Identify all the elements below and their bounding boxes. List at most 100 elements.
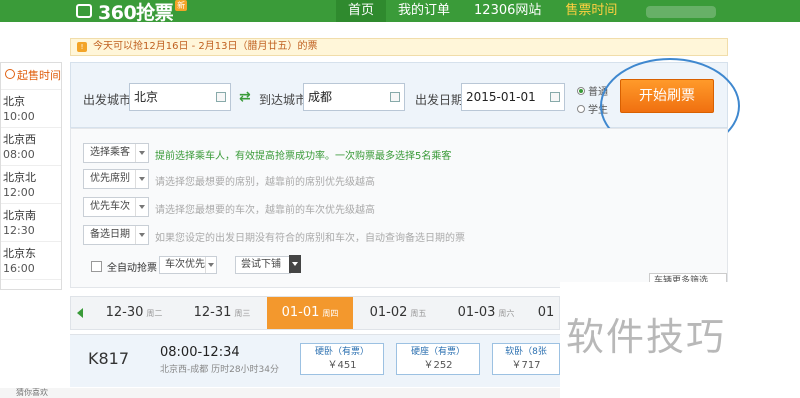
nav-home[interactable]: 首页 — [336, 0, 387, 22]
backup-date-hint: 如果您设定的出发日期没有符合的席别和车次，自动查询备选日期的票 — [155, 233, 465, 244]
notice-text: 今天可以抢12月16日 - 2月13日（腊月廿五）的票 — [93, 41, 318, 52]
seat-hint: 请选择您最想要的席别，越靠前的席别优先级越高 — [155, 177, 375, 188]
sale-time: 12:00 — [3, 186, 35, 199]
arrow-left-icon[interactable] — [77, 308, 83, 318]
main-nav: 首页 我的订单 12306网站 售票时间 — [336, 0, 629, 22]
sidebar-item[interactable]: 北京 10:00 — [1, 90, 61, 128]
blurred-user-area — [646, 6, 716, 18]
from-city-input[interactable]: 北京 — [129, 83, 231, 111]
city-picker-icon[interactable] — [390, 92, 400, 102]
to-city-label: 到达城市 — [259, 93, 308, 107]
station-name: 北京 — [3, 95, 25, 108]
date-tab-date: 01-02 — [369, 305, 408, 320]
date-input[interactable]: 2015-01-01 — [461, 83, 565, 111]
clock-icon — [5, 69, 15, 79]
train-route: 北京西-成都 历时28小时34分 — [160, 365, 280, 375]
date-tabs: 12-30 周二 12-31 周三 01-01 周四 01-02 周五 01-03 周六 … — [70, 296, 560, 330]
notice-icon: ! — [77, 42, 87, 52]
date-tab-date: 12-31 — [193, 305, 232, 320]
nav-12306[interactable]: 12306网站 — [462, 0, 553, 22]
date-tab[interactable]: 12-31 周三 — [179, 297, 265, 329]
seat-option[interactable]: 硬座（有票） ￥252 — [396, 343, 480, 375]
date-tab-weekday: 周五 — [410, 309, 427, 318]
select-seat-label: 优先席别 — [90, 173, 130, 184]
chevron-down-icon — [135, 170, 148, 188]
date-tab-date: 01-03 — [457, 305, 496, 320]
train-hint: 请选择您最想要的车次，越靠前的车次优先级越高 — [155, 205, 375, 216]
sale-time: 16:00 — [3, 262, 35, 275]
sale-time: 12:30 — [3, 224, 35, 237]
select-passenger-label: 选择乘客 — [90, 147, 130, 158]
from-city-value: 北京 — [134, 90, 159, 104]
chevron-down-icon[interactable] — [289, 255, 301, 273]
city-picker-icon[interactable] — [216, 92, 226, 102]
date-tab[interactable]: 01 — [531, 297, 561, 329]
options-panel: 选择乘客 提前选择乘车人，有效提高抢票成功率。一次购票最多选择5名乘客 优先席别… — [70, 128, 728, 288]
station-name: 北京西 — [3, 133, 36, 146]
chevron-down-icon — [135, 198, 148, 216]
seat-name: 硬座（有票） — [410, 347, 465, 357]
seat-option[interactable]: 软卧（8张 ￥717 — [492, 343, 560, 375]
seat-name: 软卧（8张 — [505, 347, 547, 357]
calendar-icon[interactable] — [550, 92, 560, 102]
to-city-input[interactable]: 成都 — [303, 83, 405, 111]
station-name: 北京北 — [3, 171, 36, 184]
seat-price: ￥451 — [327, 360, 357, 371]
sidebar-item[interactable]: 北京东 16:00 — [1, 242, 61, 280]
select-backup-date[interactable]: 备选日期 — [83, 225, 149, 245]
chevron-down-icon — [135, 226, 148, 244]
from-city-label: 出发城市 — [83, 93, 132, 107]
sale-time-sidebar: 起售时间 北京 10:00 北京西 08:00 北京北 12:00 北京南 12:30 … — [0, 62, 62, 290]
sidebar-item[interactable]: 北京西 08:00 — [1, 128, 61, 166]
sidebar-item[interactable]: 北京南 12:30 — [1, 204, 61, 242]
date-tab-weekday: 周二 — [146, 309, 163, 318]
nav-my-orders[interactable]: 我的订单 — [386, 0, 462, 22]
seat-name: 硬卧（有票） — [314, 347, 369, 357]
date-tab-weekday: 周四 — [322, 309, 339, 318]
select-train[interactable]: 优先车次 — [83, 197, 149, 217]
chevron-down-icon — [205, 257, 216, 273]
try-lower-berth-select[interactable]: 尝试下铺 — [235, 256, 291, 274]
date-label: 出发日期 — [415, 93, 464, 107]
date-tab[interactable]: 12-30 周二 — [91, 297, 177, 329]
date-tab-date: 12-30 — [105, 305, 144, 320]
date-value: 2015-01-01 — [466, 90, 536, 104]
station-name: 北京南 — [3, 209, 36, 222]
bottom-strip: 猜你喜欢 — [0, 388, 560, 398]
radio-dot[interactable] — [577, 86, 585, 95]
date-tab-weekday: 周六 — [498, 309, 515, 318]
seat-price: ￥252 — [423, 360, 453, 371]
sale-time: 10:00 — [3, 110, 35, 123]
seat-option[interactable]: 硬卧（有票） ￥451 — [300, 343, 384, 375]
date-tab[interactable]: 01-03 周六 — [443, 297, 529, 329]
radio-dot[interactable] — [577, 104, 585, 113]
priority-select-value: 车次优先 — [165, 259, 205, 270]
chevron-down-icon — [135, 144, 148, 162]
priority-select[interactable]: 车次优先 — [159, 256, 217, 274]
select-passenger[interactable]: 选择乘客 — [83, 143, 149, 163]
seat-price: ￥717 — [511, 360, 541, 371]
logo[interactable]: 360抢票 新 — [76, 0, 188, 24]
sidebar-title: 起售时间 — [1, 63, 61, 90]
passenger-hint: 提前选择乘车人，有效提高抢票成功率。一次购票最多选择5名乘客 — [155, 151, 452, 162]
auto-grab-label: 全自动抢票 — [107, 263, 157, 274]
train-icon — [76, 4, 92, 18]
sidebar-item[interactable]: 北京北 12:00 — [1, 166, 61, 204]
date-tab[interactable]: 01-02 周五 — [355, 297, 441, 329]
date-tab-date: 01 — [537, 305, 555, 320]
auto-grab-checkbox[interactable]: 全自动抢票 — [91, 259, 157, 274]
date-tab-active[interactable]: 01-01 周四 — [267, 297, 353, 329]
select-train-label: 优先车次 — [90, 201, 130, 212]
sale-time: 08:00 — [3, 148, 35, 161]
date-tab-weekday: 周三 — [234, 309, 251, 318]
train-number: K817 — [88, 349, 130, 368]
train-time: 08:00-12:34 — [160, 345, 240, 360]
checkbox[interactable] — [91, 261, 102, 272]
select-backup-date-label: 备选日期 — [90, 229, 130, 240]
try-select-value: 尝试下铺 — [241, 259, 281, 270]
select-seat-class[interactable]: 优先席别 — [83, 169, 149, 189]
swap-cities-icon[interactable]: ⇄ — [239, 89, 251, 105]
nav-sale-time[interactable]: 售票时间 — [553, 0, 629, 22]
top-nav-bar: 360抢票 新 首页 我的订单 12306网站 售票时间 — [0, 0, 800, 24]
train-row[interactable]: K817 08:00-12:34 北京西-成都 历时28小时34分 硬卧（有票）… — [70, 334, 560, 387]
